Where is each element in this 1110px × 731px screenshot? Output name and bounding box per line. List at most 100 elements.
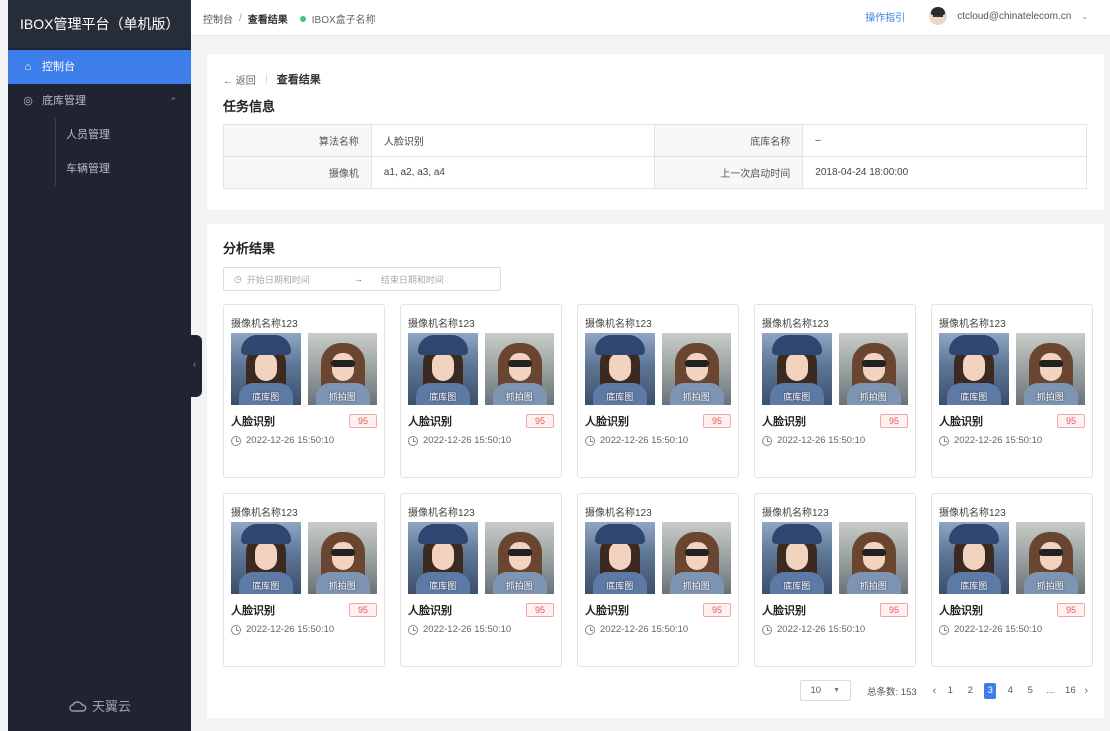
capture-image-tag: 抓拍图 bbox=[328, 581, 356, 591]
capture-image[interactable]: 抓拍图 bbox=[1015, 522, 1085, 594]
user-email[interactable]: ctcloud@chinatelecom.cn bbox=[957, 11, 1071, 22]
footer-brand: 天翼云 bbox=[91, 699, 131, 714]
page-number[interactable]: 5 bbox=[1024, 683, 1036, 699]
card-title-row: 人脸识别 95 bbox=[408, 602, 554, 618]
table-row: 摄像机 a1, a2, a3, a4 上一次启动时间 2018-04-24 18… bbox=[223, 156, 1087, 189]
page-number[interactable]: 4 bbox=[1004, 683, 1016, 699]
page-number[interactable]: 16 bbox=[1064, 683, 1076, 699]
next-page-icon[interactable]: › bbox=[1084, 685, 1088, 697]
base-image[interactable]: 底库图 bbox=[762, 333, 832, 405]
page-title: 查看结果 bbox=[276, 74, 321, 86]
sidebar-item-personnel[interactable]: 人员管理 bbox=[56, 118, 191, 152]
capture-time-row: 2022-12-26 15:50:10 bbox=[762, 624, 908, 635]
capture-time-row: 2022-12-26 15:50:10 bbox=[939, 624, 1085, 635]
result-card[interactable]: 摄像机名称123 底库图 抓拍图 人脸识别 95 2022-12-26 15:5… bbox=[577, 304, 739, 478]
base-image[interactable]: 底库图 bbox=[762, 522, 832, 594]
capture-image-tag: 抓拍图 bbox=[682, 392, 710, 402]
capture-image[interactable]: 抓拍图 bbox=[661, 333, 731, 405]
score-badge: 95 bbox=[702, 414, 731, 428]
breadcrumb-separator: / bbox=[239, 13, 242, 24]
base-image[interactable]: 底库图 bbox=[408, 333, 478, 405]
capture-image[interactable]: 抓拍图 bbox=[484, 333, 554, 405]
value-database: – bbox=[802, 124, 1087, 157]
algorithm-name: 人脸识别 bbox=[408, 605, 452, 617]
result-card[interactable]: 摄像机名称123 底库图 抓拍图 人脸识别 95 2022-12-26 15:5… bbox=[754, 493, 916, 667]
base-image[interactable]: 底库图 bbox=[585, 333, 655, 405]
capture-image[interactable]: 抓拍图 bbox=[484, 522, 554, 594]
sidebar-item-database[interactable]: ◎ 底库管理 ⌃ bbox=[8, 84, 191, 118]
capture-image[interactable]: 抓拍图 bbox=[307, 522, 377, 594]
photo-pair: 底库图 抓拍图 bbox=[762, 522, 908, 594]
capture-time: 2022-12-26 15:50:10 bbox=[600, 624, 689, 635]
database-icon: ◎ bbox=[23, 95, 33, 107]
camera-name: 摄像机名称123 bbox=[585, 508, 652, 519]
avatar[interactable] bbox=[929, 7, 948, 25]
base-image[interactable]: 底库图 bbox=[939, 333, 1009, 405]
algorithm-name: 人脸识别 bbox=[408, 416, 452, 428]
header-user-area: 操作指引 ctcloud@chinatelecom.cn ⌄ bbox=[865, 7, 1088, 25]
page-number[interactable]: 2 bbox=[964, 683, 976, 699]
base-image[interactable]: 底库图 bbox=[408, 522, 478, 594]
base-image[interactable]: 底库图 bbox=[231, 522, 301, 594]
camera-name: 摄像机名称123 bbox=[762, 319, 829, 330]
camera-name: 摄像机名称123 bbox=[939, 319, 1006, 330]
result-card[interactable]: 摄像机名称123 底库图 抓拍图 人脸识别 95 2022-12-26 15:5… bbox=[577, 493, 739, 667]
result-card[interactable]: 摄像机名称123 底库图 抓拍图 人脸识别 95 2022-12-26 15:5… bbox=[400, 304, 562, 478]
result-card[interactable]: 摄像机名称123 底库图 抓拍图 人脸识别 95 2022-12-26 15:5… bbox=[754, 304, 916, 478]
chevron-down-icon[interactable]: ⌄ bbox=[1081, 12, 1088, 21]
score-badge: 95 bbox=[525, 603, 554, 617]
capture-image[interactable]: 抓拍图 bbox=[838, 333, 908, 405]
clock-icon bbox=[939, 624, 949, 635]
capture-time: 2022-12-26 15:50:10 bbox=[777, 624, 866, 635]
card-title-row: 人脸识别 95 bbox=[762, 602, 908, 618]
capture-image[interactable]: 抓拍图 bbox=[838, 522, 908, 594]
camera-name: 摄像机名称123 bbox=[231, 319, 298, 330]
date-start-input[interactable]: 开始日期和时间 bbox=[247, 273, 310, 286]
date-end-input[interactable]: 结束日期和时间 bbox=[381, 273, 444, 286]
page-size-select[interactable]: 10 ▼ bbox=[799, 680, 852, 701]
clock-icon: ◷ bbox=[234, 273, 242, 284]
sidebar-item-vehicles[interactable]: 车辆管理 bbox=[56, 152, 191, 186]
home-icon: ⌂ bbox=[24, 61, 32, 73]
result-card[interactable]: 摄像机名称123 底库图 抓拍图 人脸识别 95 2022-12-26 15:5… bbox=[223, 304, 385, 478]
photo-pair: 底库图 抓拍图 bbox=[939, 333, 1085, 405]
breadcrumb-console[interactable]: 控制台 bbox=[203, 11, 233, 26]
capture-image[interactable]: 抓拍图 bbox=[1015, 333, 1085, 405]
score-badge: 95 bbox=[348, 603, 377, 617]
photo-pair: 底库图 抓拍图 bbox=[585, 333, 731, 405]
result-card-grid: 摄像机名称123 底库图 抓拍图 人脸识别 95 2022-12-26 15:5… bbox=[223, 304, 1093, 667]
base-image[interactable]: 底库图 bbox=[585, 522, 655, 594]
photo-pair: 底库图 抓拍图 bbox=[408, 522, 554, 594]
capture-image-tag: 抓拍图 bbox=[682, 581, 710, 591]
capture-image[interactable]: 抓拍图 bbox=[661, 522, 731, 594]
capture-time-row: 2022-12-26 15:50:10 bbox=[408, 435, 554, 446]
camera-name: 摄像机名称123 bbox=[408, 319, 475, 330]
back-button[interactable]: ← 返回 bbox=[223, 72, 256, 87]
capture-image-tag: 抓拍图 bbox=[1036, 392, 1064, 402]
base-image[interactable]: 底库图 bbox=[939, 522, 1009, 594]
camera-name: 摄像机名称123 bbox=[939, 508, 1006, 519]
prev-page-icon[interactable]: ‹ bbox=[933, 685, 937, 697]
guide-link[interactable]: 操作指引 bbox=[865, 9, 905, 24]
status-dot bbox=[299, 15, 306, 22]
score-badge: 95 bbox=[1056, 603, 1085, 617]
result-card[interactable]: 摄像机名称123 底库图 抓拍图 人脸识别 95 2022-12-26 15:5… bbox=[931, 493, 1093, 667]
table-row: 算法名称 人脸识别 底库名称 – bbox=[223, 124, 1087, 157]
score-badge: 95 bbox=[525, 414, 554, 428]
sidebar-item-console[interactable]: ⌂ 控制台 bbox=[8, 50, 191, 84]
base-image[interactable]: 底库图 bbox=[231, 333, 301, 405]
capture-time-row: 2022-12-26 15:50:10 bbox=[939, 435, 1085, 446]
cloud-logo-icon bbox=[69, 700, 87, 712]
divider bbox=[265, 74, 267, 84]
capture-image[interactable]: 抓拍图 bbox=[307, 333, 377, 405]
result-card[interactable]: 摄像机名称123 底库图 抓拍图 人脸识别 95 2022-12-26 15:5… bbox=[223, 493, 385, 667]
result-card[interactable]: 摄像机名称123 底库图 抓拍图 人脸识别 95 2022-12-26 15:5… bbox=[400, 493, 562, 667]
chevron-up-icon: ⌃ bbox=[169, 96, 177, 106]
result-card[interactable]: 摄像机名称123 底库图 抓拍图 人脸识别 95 2022-12-26 15:5… bbox=[931, 304, 1093, 478]
date-range-picker[interactable]: ◷ 开始日期和时间 → 结束日期和时间 bbox=[223, 267, 501, 291]
page-number[interactable]: 3 bbox=[984, 682, 997, 699]
photo-pair: 底库图 抓拍图 bbox=[585, 522, 731, 594]
clock-icon bbox=[231, 435, 241, 446]
page-number[interactable]: 1 bbox=[944, 683, 956, 699]
sidebar-collapse-handle[interactable]: ‹ bbox=[190, 335, 202, 397]
